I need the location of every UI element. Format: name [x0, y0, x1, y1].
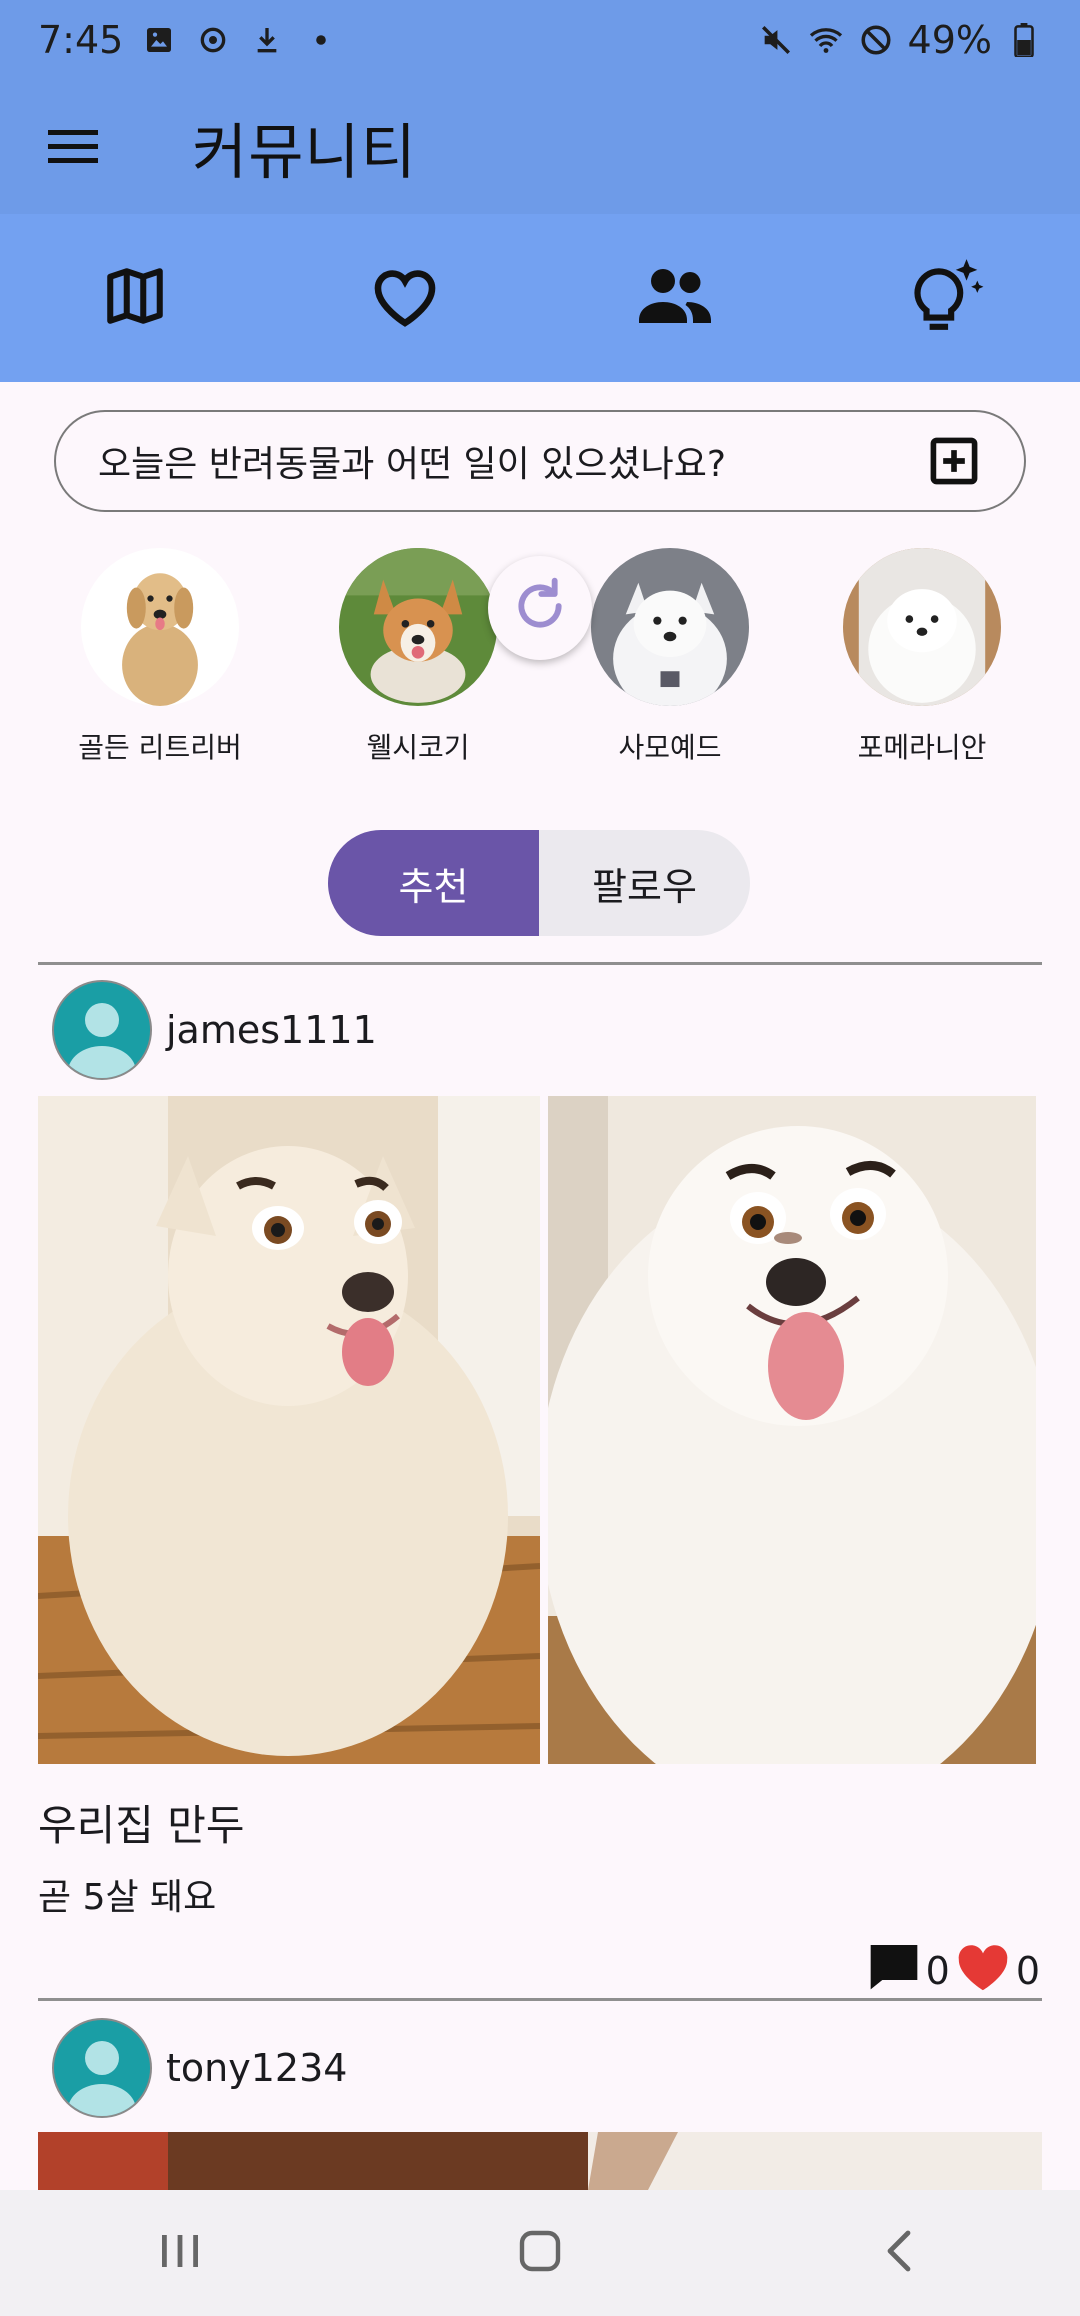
username: tony1234	[166, 2046, 348, 2090]
back-icon	[882, 2229, 918, 2277]
post-body: 곧 5살 돼요	[38, 1877, 217, 1918]
post-title: 우리집 만두	[38, 1801, 245, 1850]
segment-following[interactable]: 팔로우	[539, 830, 750, 936]
post-header[interactable]: james1111	[52, 980, 377, 1080]
status-time: 7:45	[38, 18, 124, 62]
wifi-icon	[808, 22, 844, 58]
breed-avatar	[591, 548, 749, 706]
back-button[interactable]	[720, 2229, 1080, 2277]
recent-apps-icon	[158, 2231, 202, 2275]
breed-item-pomeranian[interactable]: 포메라니안	[822, 548, 1022, 766]
feed-segmented-control: 추천 팔로우	[328, 830, 750, 936]
heart-outline-icon	[369, 263, 441, 333]
battery-percent: 49%	[907, 18, 992, 62]
page-title: 커뮤니티	[192, 117, 417, 188]
comment-count: 0	[925, 1948, 950, 1993]
breed-avatar	[81, 548, 239, 706]
avatar	[52, 980, 152, 1080]
post-photo[interactable]	[38, 2132, 1042, 2190]
post-stats: 0 0	[866, 1938, 1040, 2003]
gallery-icon	[141, 22, 177, 58]
divider	[38, 1998, 1042, 2001]
breed-label: 골든 리트리버	[78, 731, 242, 764]
people-icon	[636, 266, 714, 330]
post-header[interactable]: tony1234	[52, 2018, 347, 2118]
menu-icon[interactable]	[36, 110, 110, 184]
like-count: 0	[1015, 1948, 1040, 1993]
composer-placeholder: 오늘은 반려동물과 어떤 일이 있으셨나요?	[98, 444, 726, 485]
breed-item-samoyed[interactable]: 사모예드	[570, 548, 770, 766]
segment-recommended[interactable]: 추천	[328, 830, 539, 936]
post-photo[interactable]	[548, 1096, 1036, 1764]
breed-avatar	[843, 548, 1001, 706]
add-box-icon[interactable]	[926, 433, 982, 489]
comment-icon[interactable]	[866, 1938, 922, 2003]
app-bar: 커뮤니티	[0, 80, 1080, 214]
refresh-icon	[508, 574, 572, 642]
map-icon	[102, 263, 168, 333]
heart-icon[interactable]	[954, 1939, 1012, 2002]
status-bar: 7:45 49%	[0, 0, 1080, 80]
recent-apps-button[interactable]	[0, 2231, 360, 2275]
breed-item-welsh-corgi[interactable]: 웰시코기	[318, 548, 518, 766]
system-navigation-bar	[0, 2190, 1080, 2316]
tab-favorites[interactable]	[270, 214, 540, 382]
refresh-button[interactable]	[488, 556, 592, 660]
post-photo[interactable]	[38, 1096, 540, 1764]
divider	[38, 962, 1042, 965]
download-icon	[249, 22, 285, 58]
tab-map[interactable]	[0, 214, 270, 382]
breed-avatar	[339, 548, 497, 706]
battery-icon	[1006, 22, 1042, 58]
sync-icon	[195, 22, 231, 58]
lightbulb-sparkle-icon	[905, 256, 985, 340]
tab-ideas[interactable]	[810, 214, 1080, 382]
username: james1111	[166, 1008, 377, 1052]
breed-item-golden-retriever[interactable]: 골든 리트리버	[60, 548, 260, 766]
breed-label: 포메라니안	[857, 731, 987, 764]
tab-community[interactable]	[540, 214, 810, 382]
mute-icon	[758, 22, 794, 58]
dot-icon	[303, 22, 339, 58]
home-icon	[518, 2229, 562, 2277]
avatar	[52, 2018, 152, 2118]
breed-label: 사모예드	[618, 731, 722, 764]
nav-tabs	[0, 214, 1080, 382]
breed-label: 웰시코기	[366, 731, 470, 764]
do-not-disturb-icon	[858, 22, 894, 58]
home-button[interactable]	[360, 2229, 720, 2277]
post-composer[interactable]: 오늘은 반려동물과 어떤 일이 있으셨나요?	[54, 410, 1026, 512]
